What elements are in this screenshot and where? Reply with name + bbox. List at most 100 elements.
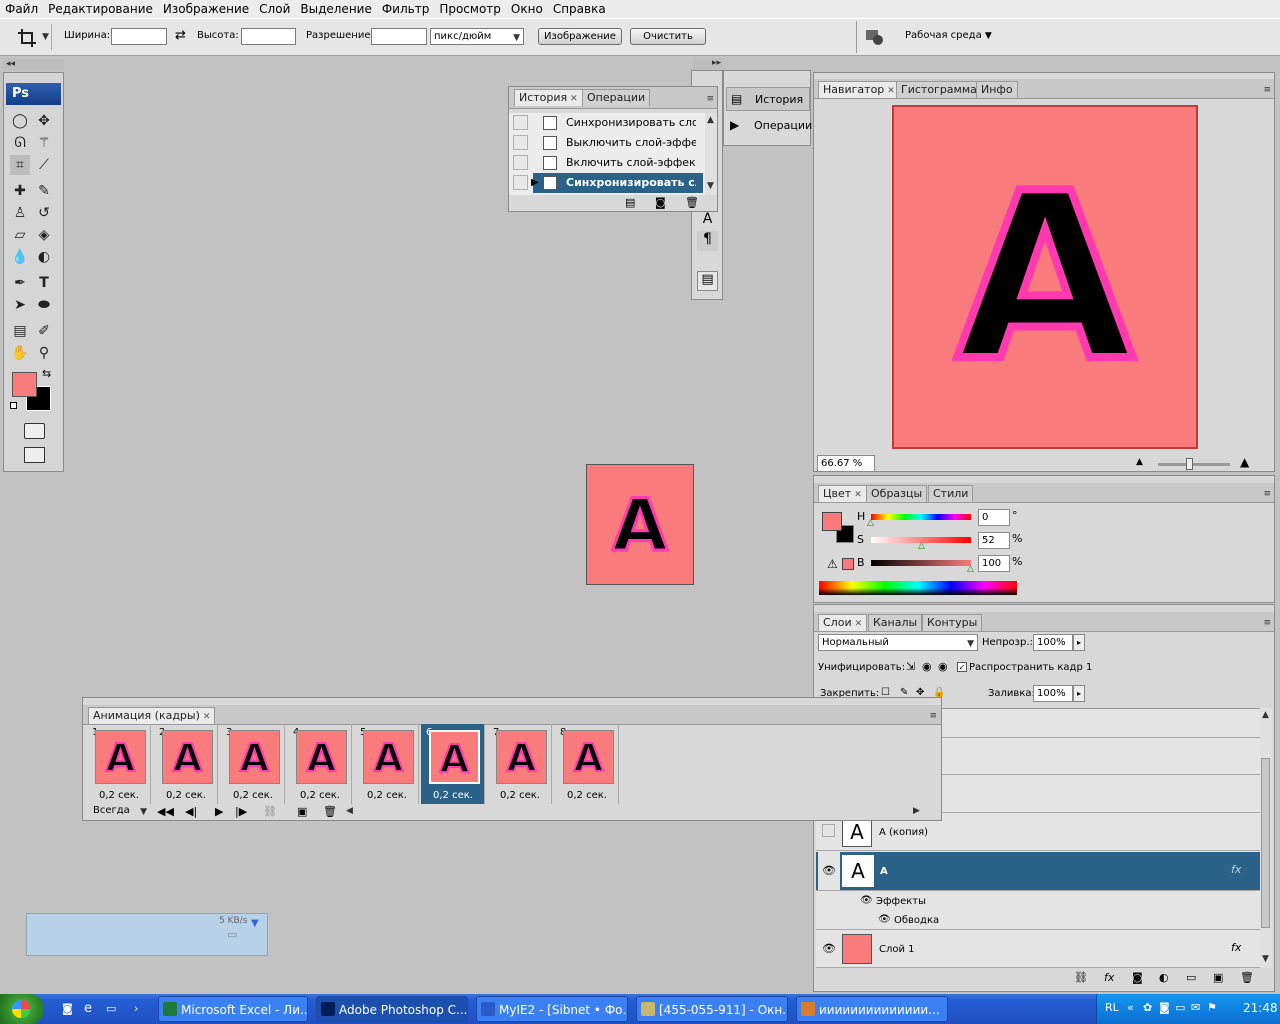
layer-row-selected[interactable]: 👁 A A fx: [816, 852, 1261, 891]
scroll-left-icon[interactable]: ◀: [346, 806, 353, 816]
menu-filter[interactable]: Фильтр: [377, 2, 434, 16]
close-icon[interactable]: ✕: [570, 94, 578, 104]
tab-info[interactable]: Инфо: [976, 81, 1018, 98]
document-canvas[interactable]: A: [586, 464, 694, 585]
hue-input[interactable]: 0: [978, 509, 1010, 526]
dock-history-button[interactable]: ▤ История: [726, 87, 810, 111]
tab-layers[interactable]: Слои ✕: [818, 614, 868, 631]
gamut-color-swatch[interactable]: [842, 558, 854, 570]
animation-frame[interactable]: 4A0,2 сек.: [288, 724, 352, 804]
animation-frame[interactable]: 1A0,2 сек.: [87, 724, 151, 804]
tray-messenger-icon[interactable]: ✉: [1191, 1001, 1200, 1014]
taskbar-myie2-button[interactable]: MyIE2 - [Sibnet • Фо...: [476, 996, 628, 1022]
tab-histogram[interactable]: Гистограмма: [896, 81, 982, 98]
history-scrollbar[interactable]: ▲ ▼: [705, 113, 717, 195]
menu-help[interactable]: Справка: [548, 2, 611, 16]
layers-scroll-thumb[interactable]: [1261, 758, 1270, 928]
link-layers-icon[interactable]: ⛓: [1074, 971, 1088, 984]
menu-select[interactable]: Выделение: [295, 2, 376, 16]
move-icon[interactable]: ✥: [34, 111, 54, 131]
layers-scrollbar[interactable]: ▲ ▼: [1260, 708, 1272, 968]
fx-icon[interactable]: fx: [1231, 863, 1241, 876]
brush-icon[interactable]: ✎: [34, 181, 54, 201]
navigator-preview[interactable]: A: [892, 105, 1198, 449]
trash-icon[interactable]: 🗑: [323, 805, 337, 818]
next-frame-icon[interactable]: |▶: [235, 805, 247, 818]
hand-icon[interactable]: ✋: [10, 343, 30, 363]
zoom-slider[interactable]: [1158, 463, 1230, 466]
menu-image[interactable]: Изображение: [158, 2, 254, 16]
menu-window[interactable]: Окно: [506, 2, 548, 16]
close-icon[interactable]: ✕: [854, 490, 862, 500]
loop-select[interactable]: Всегда ▼: [85, 805, 149, 819]
menu-layer[interactable]: Слой: [254, 2, 295, 16]
color-fg-swatch[interactable]: [822, 512, 842, 531]
gamut-warning-icon[interactable]: ⚠: [827, 557, 838, 571]
animation-frame[interactable]: 5A0,2 сек.: [355, 724, 419, 804]
effects-row[interactable]: 👁 Эффекты: [816, 892, 1261, 911]
brightness-input[interactable]: 100: [978, 555, 1010, 572]
dodge-icon[interactable]: ◐: [34, 247, 54, 267]
brightness-slider-thumb[interactable]: △: [967, 564, 974, 574]
propagate-checkbox[interactable]: ✓: [957, 662, 967, 672]
animation-frame[interactable]: 8A0,2 сек.: [555, 724, 619, 804]
quick-mask-icon[interactable]: [24, 423, 45, 439]
clear-button[interactable]: Очистить: [630, 28, 706, 45]
adjustment-layer-icon[interactable]: ◐: [1159, 971, 1169, 984]
menu-edit[interactable]: Редактирование: [43, 2, 158, 16]
tab-navigator[interactable]: Навигатор ✕: [818, 81, 900, 98]
notes-icon[interactable]: ▤: [10, 321, 30, 341]
taskbar-photoshop-button[interactable]: Adobe Photoshop C...: [316, 996, 468, 1022]
eye-icon[interactable]: 👁: [878, 914, 891, 925]
tab-color[interactable]: Цвет ✕: [818, 485, 867, 502]
language-indicator[interactable]: RL: [1105, 1001, 1119, 1014]
zoom-in-icon[interactable]: ▲: [1240, 455, 1249, 469]
width-input[interactable]: [111, 28, 167, 45]
animation-frame[interactable]: 3A0,2 сек.: [221, 724, 285, 804]
new-layer-icon[interactable]: ▣: [1213, 971, 1223, 984]
eye-icon[interactable]: 👁: [818, 852, 840, 890]
close-icon[interactable]: ✕: [855, 619, 863, 629]
trash-icon[interactable]: 🗑: [1240, 971, 1254, 984]
blend-mode-select[interactable]: Нормальный ▼: [818, 634, 978, 651]
animation-frame[interactable]: 2A0,2 сек.: [154, 724, 218, 804]
animation-frame-selected[interactable]: 6A0,2 сек.: [421, 724, 485, 804]
quicklaunch-maxthon-icon[interactable]: ◙: [62, 1002, 73, 1015]
tray-collapse-icon[interactable]: «: [1127, 1001, 1134, 1014]
type-icon[interactable]: T: [34, 273, 54, 293]
workspace-menu[interactable]: Рабочая среда ▼: [905, 30, 992, 41]
eyedropper-icon[interactable]: ✐: [34, 321, 54, 341]
saturation-input[interactable]: 52: [978, 532, 1010, 549]
healing-brush-icon[interactable]: ✚: [10, 181, 30, 201]
quicklaunch-ie-icon[interactable]: e: [84, 1001, 92, 1016]
panel-menu-icon[interactable]: ≡: [1263, 618, 1271, 628]
quicklaunch-desktop-icon[interactable]: ▭: [106, 1002, 116, 1015]
start-button[interactable]: [0, 994, 44, 1024]
slice-icon[interactable]: ⟋: [34, 155, 54, 175]
taskbar-excel-button[interactable]: Microsoft Excel - Ли...: [158, 996, 308, 1022]
visibility-toggle-off[interactable]: [822, 824, 835, 837]
swap-icon[interactable]: ⇄: [175, 28, 186, 43]
zoom-slider-thumb[interactable]: [1186, 458, 1193, 470]
tab-paths[interactable]: Контуры: [922, 614, 983, 631]
paragraph-icon[interactable]: ¶: [697, 231, 718, 251]
tool-presets-icon[interactable]: ▤: [697, 271, 718, 291]
menu-view[interactable]: Просмотр: [434, 2, 506, 16]
character-icon[interactable]: A: [697, 211, 718, 231]
resolution-unit-select[interactable]: пикс/дюйм ▼: [430, 28, 524, 45]
tab-operations[interactable]: Операции: [582, 89, 651, 106]
layer-style-icon[interactable]: fx: [1104, 971, 1114, 984]
close-icon[interactable]: ✕: [887, 86, 895, 96]
fill-arrow-icon[interactable]: ▸: [1073, 685, 1085, 702]
unify-visibility-icon[interactable]: ◉: [922, 660, 932, 673]
close-icon[interactable]: ✕: [203, 712, 211, 722]
tray-flag-icon[interactable]: ⚑: [1207, 1001, 1217, 1014]
panel-menu-icon[interactable]: ≡: [929, 711, 937, 721]
fill-input[interactable]: 100%: [1033, 685, 1073, 702]
menu-file[interactable]: Файл: [0, 2, 43, 16]
tray-network-icon[interactable]: ▭: [1175, 1001, 1185, 1014]
tab-channels[interactable]: Каналы: [868, 614, 923, 631]
expand-dock-button[interactable]: ▸▸: [693, 58, 723, 70]
unify-style-icon[interactable]: ◉: [938, 660, 948, 673]
history-item[interactable]: Синхронизировать слой...: [509, 113, 703, 133]
